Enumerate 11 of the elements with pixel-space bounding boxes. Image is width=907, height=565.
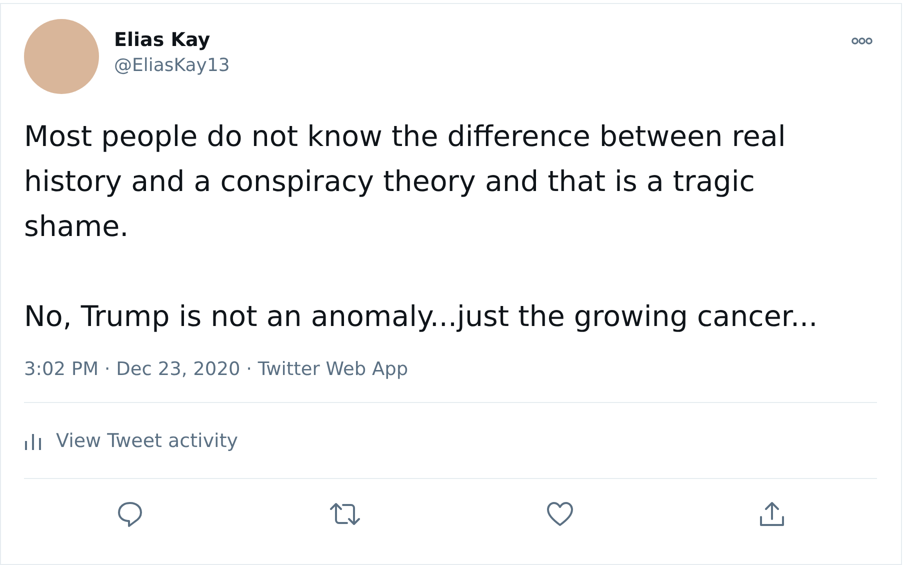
more-options-icon[interactable] — [851, 37, 873, 45]
tweet-text: Most people do not know the difference between real history and a conspiracy theory and that is a tragic shame. — [24, 119, 787, 245]
retweet-icon[interactable] — [329, 501, 362, 527]
reply-icon[interactable] — [116, 500, 144, 528]
heart-icon[interactable] — [546, 501, 574, 527]
tweet-text: No, Trump is not an anomaly...just the growing cancer... — [24, 299, 819, 335]
tweet-timestamp[interactable]: 3:02 PM · Dec 23, 2020 · Twitter Web App — [24, 359, 878, 380]
share-icon[interactable] — [758, 500, 785, 528]
view-tweet-activity-link[interactable]: View Tweet activity — [56, 430, 238, 452]
author-handle[interactable]: @EliasKay13 — [114, 55, 851, 76]
author-name[interactable]: Elias Kay — [114, 29, 851, 51]
